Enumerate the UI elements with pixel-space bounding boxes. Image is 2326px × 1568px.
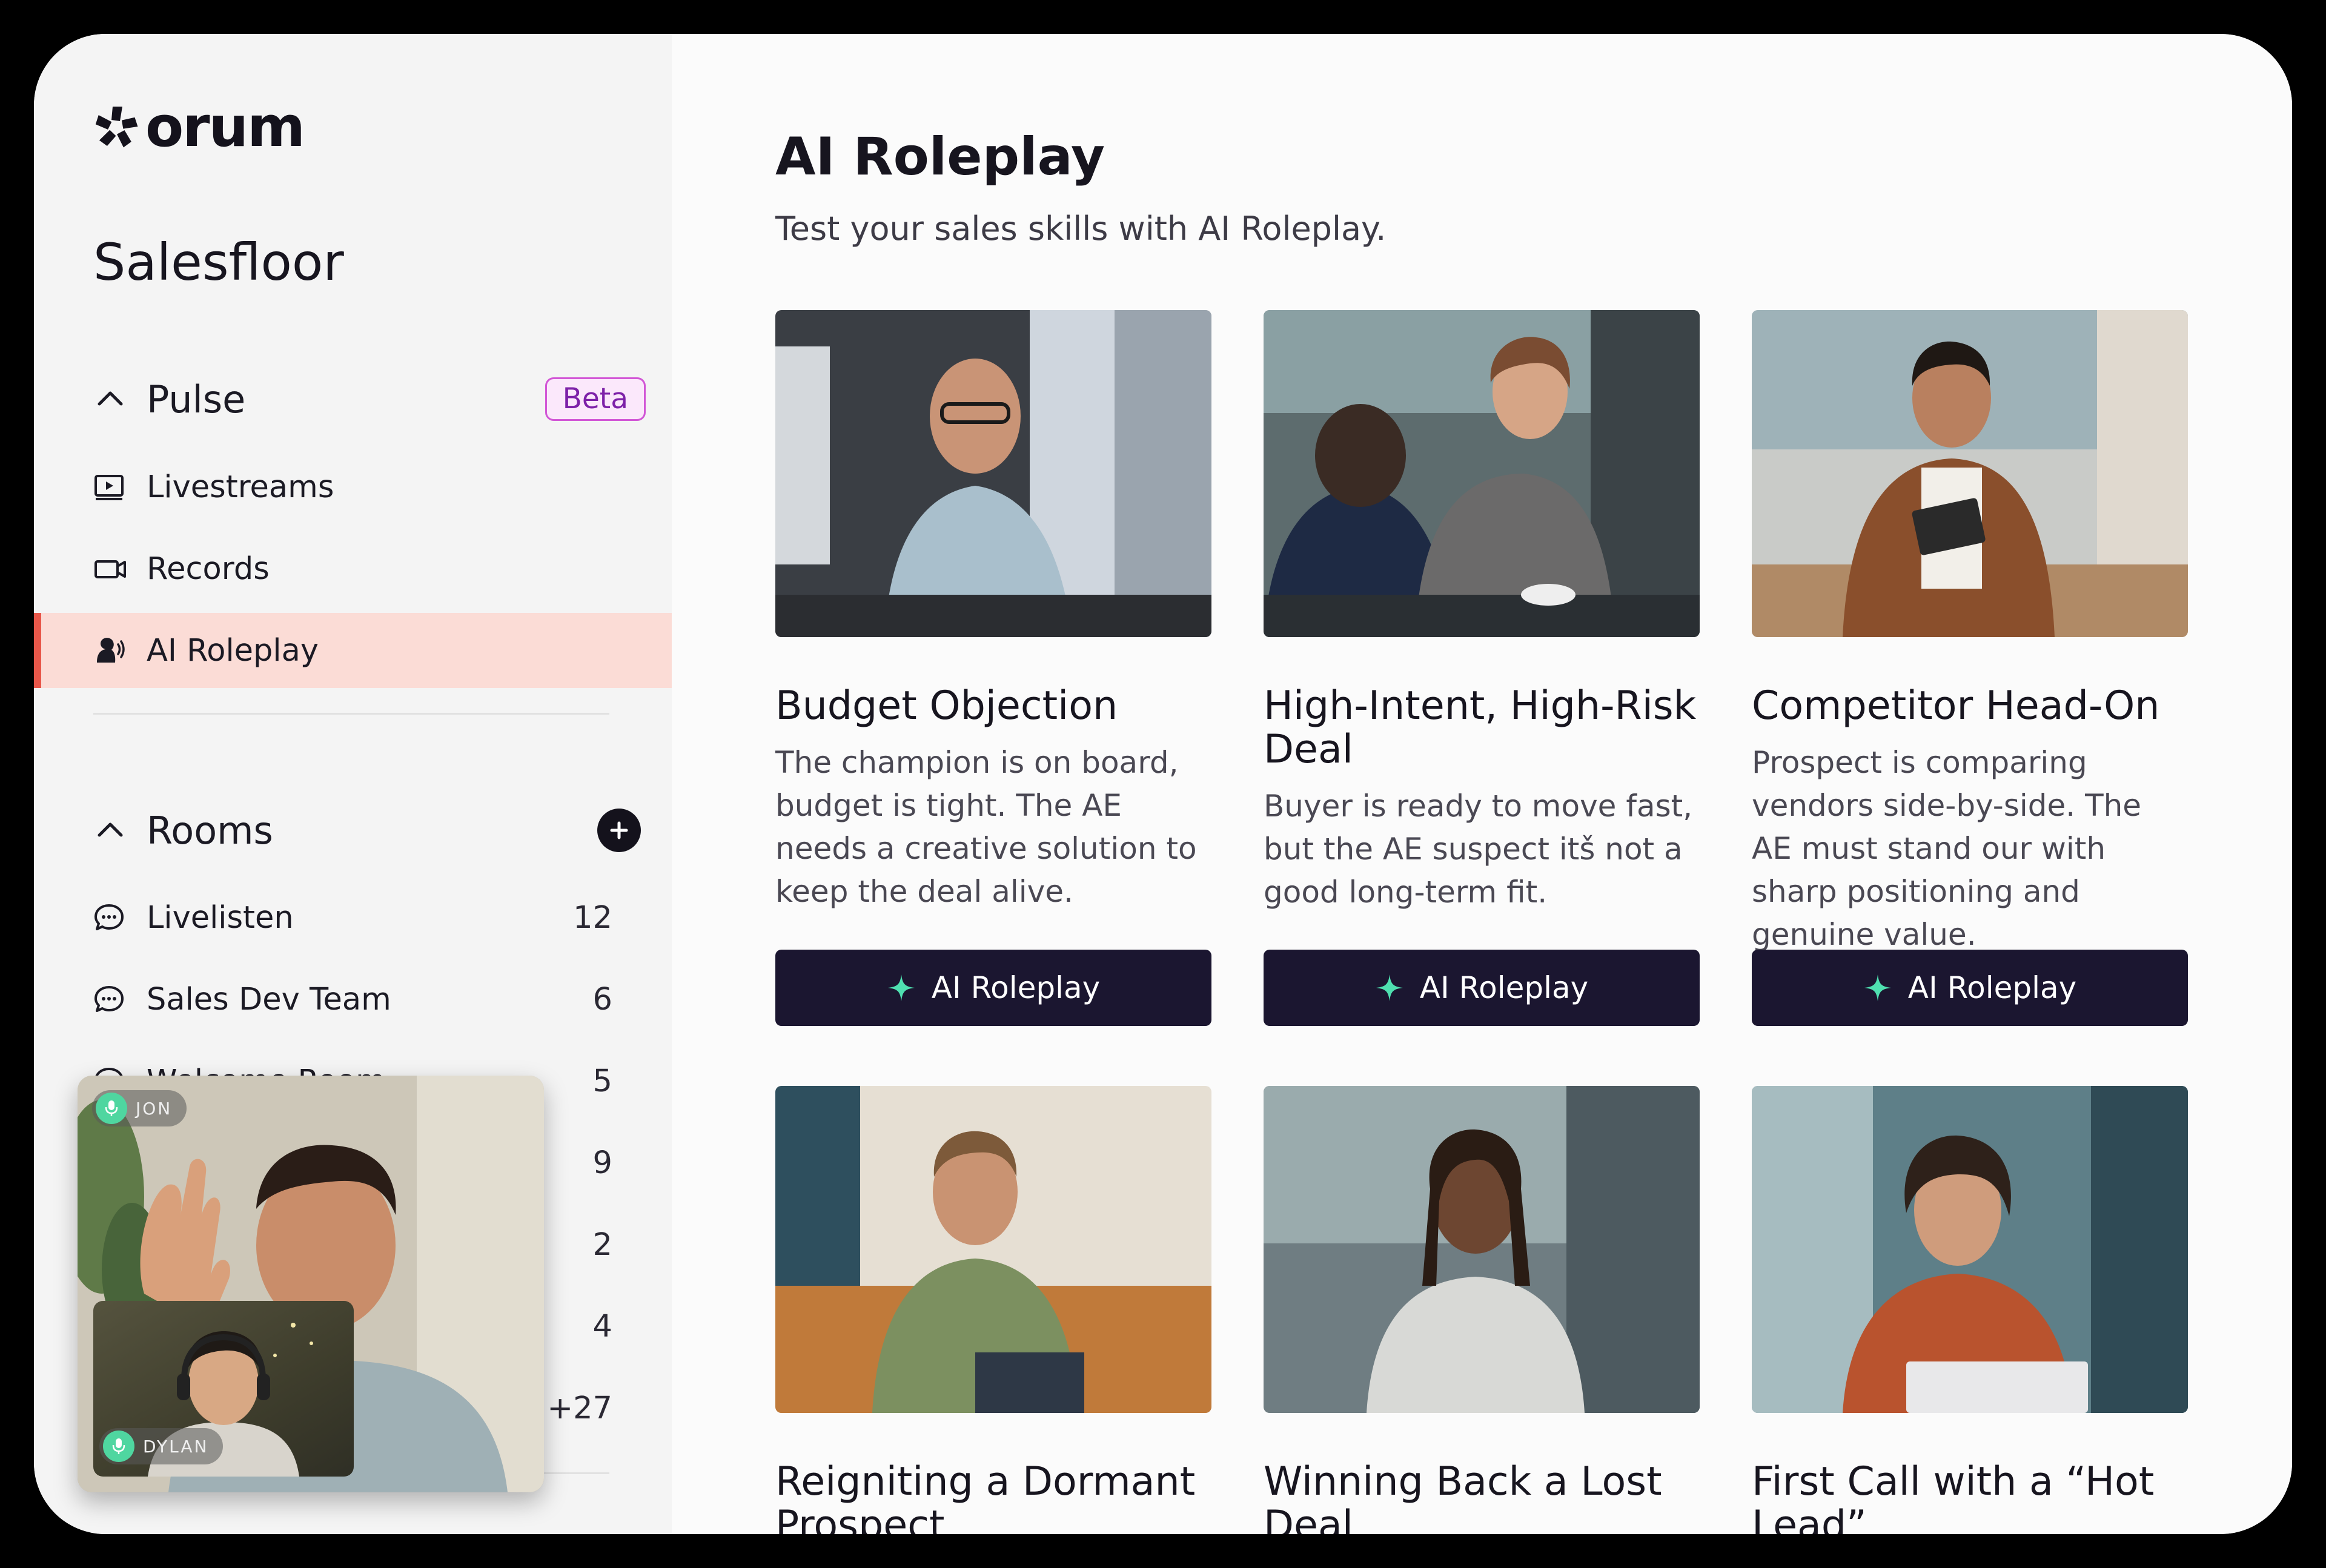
scenario-image — [1264, 310, 1700, 637]
video-call-window[interactable]: JON DYLAN — [78, 1076, 544, 1492]
participant-tag: DYLAN — [99, 1428, 224, 1464]
scenario-description: Buyer is ready to move fast, but the AE … — [1264, 789, 1693, 910]
rooms-section-header[interactable]: Rooms — [93, 803, 646, 858]
scenario-photo — [775, 1086, 1211, 1413]
sidebar-item-label: Records — [147, 551, 270, 587]
scenario-image — [775, 310, 1211, 637]
page-subtitle: Test your sales skills with AI Roleplay. — [775, 210, 1387, 248]
plus-icon — [610, 821, 628, 839]
scenario-card[interactable]: Competitor Head-On Prospect is comparing… — [1752, 310, 2188, 1026]
scenario-card[interactable]: Budget Objection The champion is on boar… — [775, 310, 1211, 1026]
add-room-button[interactable] — [597, 809, 641, 852]
scenario-image — [775, 1086, 1211, 1413]
orum-logo-icon — [95, 107, 138, 148]
scenario-card[interactable]: First Call with a “Hot Lead” — [1752, 1086, 2188, 1534]
room-item-count: 4 — [592, 1309, 612, 1345]
scenario-description: Prospect is comparing vendors side-by-si… — [1752, 745, 2142, 952]
ai-roleplay-button[interactable]: AI Roleplay — [1264, 950, 1700, 1026]
room-item-label: Livelisten — [147, 899, 294, 936]
video-camera-icon — [94, 560, 126, 578]
sparkle-icon — [1376, 974, 1403, 1001]
beta-badge: Beta — [545, 377, 646, 422]
participant-name: DYLAN — [143, 1436, 209, 1457]
sidebar-title: Salesfloor — [93, 233, 344, 292]
sparkle-icon — [887, 974, 915, 1001]
scenario-title: First Call with a “Hot Lead” — [1752, 1459, 2155, 1535]
scenario-card[interactable]: Winning Back a Lost Deal — [1264, 1086, 1700, 1534]
pulse-section-header[interactable]: Pulse Beta — [93, 372, 646, 426]
sidebar-item-ai-roleplay[interactable]: AI Roleplay — [34, 613, 672, 688]
button-label: AI Roleplay — [1419, 970, 1589, 1005]
main-content: AI Roleplay Test your sales skills with … — [672, 34, 2292, 1534]
scenario-photo — [775, 310, 1211, 637]
scenario-photo — [1264, 1086, 1700, 1413]
scenario-photo — [1264, 310, 1700, 637]
speaking-head-icon — [97, 638, 125, 663]
room-item-livelisten[interactable]: Livelisten 12 — [34, 880, 672, 955]
microphone-icon — [96, 1093, 127, 1124]
rooms-label: Rooms — [147, 808, 273, 853]
button-label: AI Roleplay — [1907, 970, 2077, 1005]
chat-bubble-icon — [94, 904, 124, 930]
room-item-label: Sales Dev Team — [147, 981, 391, 1017]
scenario-photo — [1752, 1086, 2188, 1413]
button-label: AI Roleplay — [931, 970, 1101, 1005]
scenario-image — [1752, 310, 2188, 637]
scenario-description: The champion is on board, budget is tigh… — [775, 745, 1197, 909]
ai-roleplay-button[interactable]: AI Roleplay — [775, 950, 1211, 1026]
ai-roleplay-button[interactable]: AI Roleplay — [1752, 950, 2188, 1026]
scenario-title: Budget Objection — [775, 683, 1118, 729]
scenario-card[interactable]: High-Intent, High-Risk Deal Buyer is rea… — [1264, 310, 1700, 1026]
chevron-up-icon[interactable] — [93, 813, 127, 847]
sidebar-item-livestreams[interactable]: Livestreams — [34, 449, 672, 524]
room-item-count: +27 — [547, 1391, 612, 1426]
scenario-title: High-Intent, High-Risk Deal — [1264, 683, 1697, 772]
room-item-count: 2 — [592, 1227, 612, 1263]
participant-name: JON — [136, 1098, 173, 1119]
microphone-icon — [103, 1431, 134, 1462]
brand-logo[interactable]: orum — [93, 94, 305, 159]
inset-participant-video: DYLAN — [93, 1301, 354, 1477]
page-title: AI Roleplay — [775, 127, 1105, 187]
sidebar-item-label: AI Roleplay — [147, 632, 319, 669]
room-item-count: 9 — [592, 1145, 612, 1181]
scenario-card[interactable]: Reigniting a Dormant Prospect — [775, 1086, 1211, 1534]
app-window: orum Salesfloor Pulse Beta Livestreams R… — [34, 34, 2292, 1534]
room-item-count: 6 — [592, 981, 612, 1017]
room-item-sales-dev-team[interactable]: Sales Dev Team 6 — [34, 962, 672, 1037]
livestream-icon — [94, 475, 124, 500]
sidebar-divider — [93, 713, 609, 715]
sidebar: orum Salesfloor Pulse Beta Livestreams R… — [34, 34, 672, 1534]
scenario-image — [1752, 1086, 2188, 1413]
sidebar-item-label: Livestreams — [147, 469, 334, 505]
chat-bubble-icon — [94, 986, 124, 1012]
pulse-label: Pulse — [147, 377, 246, 422]
sparkle-icon — [1864, 974, 1891, 1001]
scenario-photo — [1752, 310, 2188, 637]
scenario-title: Winning Back a Lost Deal — [1264, 1459, 1662, 1535]
chevron-up-icon[interactable] — [93, 382, 127, 416]
scenario-image — [1264, 1086, 1700, 1413]
sidebar-item-records[interactable]: Records — [34, 531, 672, 606]
room-item-count: 5 — [592, 1063, 612, 1099]
scenario-title: Reigniting a Dormant Prospect — [775, 1459, 1196, 1535]
room-item-count: 12 — [573, 899, 612, 936]
participant-tag: JON — [92, 1090, 187, 1126]
scenario-title: Competitor Head-On — [1752, 683, 2160, 729]
logo-text: orum — [145, 94, 305, 159]
